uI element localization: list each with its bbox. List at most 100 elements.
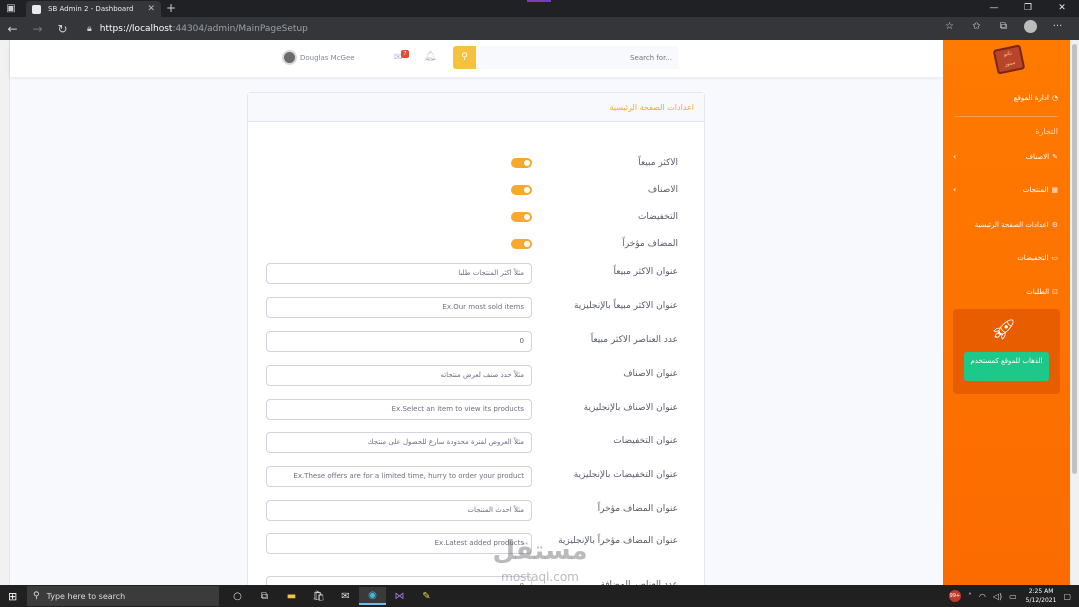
task-view-icon[interactable]: ⧉ (251, 587, 278, 605)
sidebar-item-label: الاصناف (1025, 153, 1050, 161)
go-to-site-button[interactable]: الذهاب للموقع كمستخدم (964, 352, 1049, 381)
best-sellers-title-input[interactable]: مثلاً اكثر المنتجات طلبا (266, 263, 532, 284)
notifications-icon[interactable]: ▢ (1063, 592, 1071, 601)
user-name: Douglas McGee (300, 53, 355, 62)
categories-title-input[interactable]: مثلاً حدد صنف لعرض منتجاته (266, 365, 532, 386)
notification-count-badge[interactable]: 99+ (948, 590, 961, 602)
browser-tab[interactable]: SB Admin 2 - Dashboard ✕ (26, 1, 161, 17)
add-favorite-icon[interactable]: ☆ (936, 21, 963, 32)
taskbar: ⊞ ⚲ Type here to search ○ ⧉ ▬ 🛍︎ ✉ ◉ ⋈ ✎… (0, 585, 1079, 607)
edge-icon[interactable]: ◉ (359, 587, 386, 605)
sticky-notes-icon[interactable]: ✎ (413, 587, 440, 605)
avatar (282, 50, 297, 65)
clock[interactable]: 2:25 AM 5/12/2021 (1026, 587, 1057, 605)
user-dropdown[interactable]: Douglas McGee (282, 50, 355, 65)
recently-added-title-input[interactable]: مثلاً احدث المنتجات (266, 500, 532, 521)
time: 2:25 AM (1028, 588, 1054, 595)
watermark-latin: mostaql.com (501, 570, 579, 584)
volume-icon[interactable]: ◁) (993, 592, 1002, 601)
toggle-label: الاصناف (647, 185, 678, 195)
page: Douglas McGee ✉ 7 🔔︎ ⚲ اعدادات الصفحة ال… (0, 40, 1079, 585)
rocket-icon: 🚀︎ (991, 317, 1017, 341)
settings-card: اعدادات الصفحة الرئيسية الاكثر مبيعاً ال… (247, 92, 705, 585)
left-scroll-area (0, 40, 10, 585)
search-input[interactable] (476, 46, 678, 69)
categories-toggle[interactable] (511, 185, 532, 195)
close-window-icon[interactable]: ✕ (1045, 0, 1079, 17)
cart-icon: ⊡ (1052, 288, 1058, 296)
visual-studio-icon[interactable]: ⋈ (386, 587, 413, 605)
discounts-toggle[interactable] (511, 212, 532, 222)
taskbar-search-text: Type here to search (46, 591, 126, 601)
back-icon[interactable]: ← (0, 22, 25, 36)
sidebar-item-label: المنتجات (1022, 186, 1049, 194)
watermark-arabic: مستقل (492, 536, 588, 566)
url-field[interactable]: 🔒︎ https://localhost :44304/admin/MainPa… (87, 21, 987, 36)
chevron-up-icon[interactable]: ˄ (968, 592, 972, 601)
more-icon[interactable]: ··· (1044, 21, 1071, 32)
field-label: عنوان الاكثر مبيعاً بالإنجليزية (573, 301, 678, 311)
best-sellers-count-input[interactable]: 0 (266, 331, 532, 352)
sidebar-item-label: الطلبات (1026, 288, 1050, 296)
battery-icon[interactable]: ▭ (1009, 592, 1017, 601)
best-sellers-toggle[interactable] (511, 158, 532, 168)
forward-icon[interactable]: → (25, 22, 50, 36)
search-button[interactable]: ⚲ (453, 46, 476, 69)
tab-title: SB Admin 2 - Dashboard (48, 5, 134, 13)
browser-titlebar: ▣ SB Admin 2 - Dashboard ✕ + — ❐ ✕ (0, 0, 1079, 17)
sidebar-item-categories[interactable]: الاصناف ✎ (1026, 153, 1058, 161)
sidebar: تكنو ستور ادارة الموقع ◔ التجارة الاصناف … (943, 40, 1070, 585)
recently-added-toggle[interactable] (511, 239, 532, 249)
system-tray: 99+ ˄ ◠ ◁) ▭ 2:25 AM 5/12/2021 ▢ (948, 587, 1071, 605)
sidebar-item-orders[interactable]: الطلبات ⊡ (1026, 288, 1058, 296)
chevron-left-icon[interactable]: ‹ (953, 152, 956, 161)
brand-logo[interactable]: تكنو ستور (992, 44, 1026, 75)
chevron-left-icon[interactable]: ‹ (953, 185, 956, 194)
lock-icon: 🔒︎ (87, 23, 92, 34)
restore-icon[interactable]: ❐ (1011, 0, 1045, 17)
close-tab-icon[interactable]: ✕ (147, 4, 155, 14)
windows-start-icon[interactable]: ⊞ (8, 590, 17, 603)
sidebar-item-discounts[interactable]: التخفيضات ▭ (1017, 254, 1058, 262)
taskbar-apps: ○ ⧉ ▬ 🛍︎ ✉ ◉ ⋈ ✎ (224, 587, 440, 605)
sidebar-item-manage-site[interactable]: ادارة الموقع ◔ (1014, 94, 1058, 102)
best-sellers-title-en-input[interactable]: Ex.Our most sold items (266, 297, 532, 318)
minimize-icon[interactable]: — (977, 0, 1011, 17)
field-label: عنوان الاصناف (623, 369, 678, 379)
mail-icon[interactable]: ✉ (332, 587, 359, 605)
new-tab-icon[interactable]: + (166, 1, 176, 15)
tab-actions-icon[interactable]: ▣ (0, 3, 22, 14)
file-explorer-icon[interactable]: ▬ (278, 587, 305, 605)
card-header: اعدادات الصفحة الرئيسية (248, 93, 704, 122)
field-label: عدد العناصر الاكثر مبيعاً (590, 335, 678, 345)
scrollbar-thumb[interactable] (1072, 44, 1077, 474)
field-label: عنوان الاصناف بالإنجليزية (583, 403, 678, 413)
date: 5/12/2021 (1025, 597, 1057, 604)
sidebar-item-products[interactable]: المنتجات ▦ (1023, 186, 1058, 194)
bell-icon[interactable]: 🔔︎ (424, 51, 437, 62)
messages-badge: 7 (401, 50, 409, 58)
categories-title-en-input[interactable]: Ex.Select an item to view its products (266, 399, 532, 420)
page-scrollbar[interactable] (1070, 40, 1079, 585)
top-navbar: Douglas McGee ✉ 7 🔔︎ ⚲ (10, 40, 943, 77)
discounts-title-en-input[interactable]: Ex.These offers are for a limited time, … (266, 466, 532, 487)
collections-icon[interactable]: ⧉ (990, 21, 1017, 32)
dashboard-icon: ◔ (1051, 94, 1058, 102)
sidebar-item-homepage-settings[interactable]: اعدادات الصفحة الرئيسية ⚙ (975, 221, 1058, 229)
reload-icon[interactable]: ↻ (50, 22, 75, 36)
url-path: :44304/admin/MainPageSetup (172, 23, 308, 34)
toggle-label: الاكثر مبيعاً (638, 158, 678, 168)
sidebar-item-label: التخفيضات (1017, 254, 1049, 262)
favicon-icon (32, 4, 41, 14)
profile-icon[interactable] (1024, 20, 1037, 33)
sidebar-item-label: ادارة الموقع (1013, 94, 1049, 102)
wifi-icon[interactable]: ◠ (979, 592, 986, 601)
card-title: اعدادات الصفحة الرئيسية (609, 102, 694, 112)
taskbar-search[interactable]: ⚲ Type here to search (27, 586, 219, 606)
discount-icon: ▭ (1051, 254, 1058, 262)
store-icon[interactable]: 🛍︎ (305, 587, 332, 605)
favorites-icon[interactable]: ✩ (963, 21, 990, 32)
settings-icon: ⚙ (1051, 221, 1058, 229)
cortana-icon[interactable]: ○ (224, 587, 251, 605)
discounts-title-input[interactable]: مثلاً العروض لفترة محدودة سارع للحصول عل… (266, 432, 532, 453)
